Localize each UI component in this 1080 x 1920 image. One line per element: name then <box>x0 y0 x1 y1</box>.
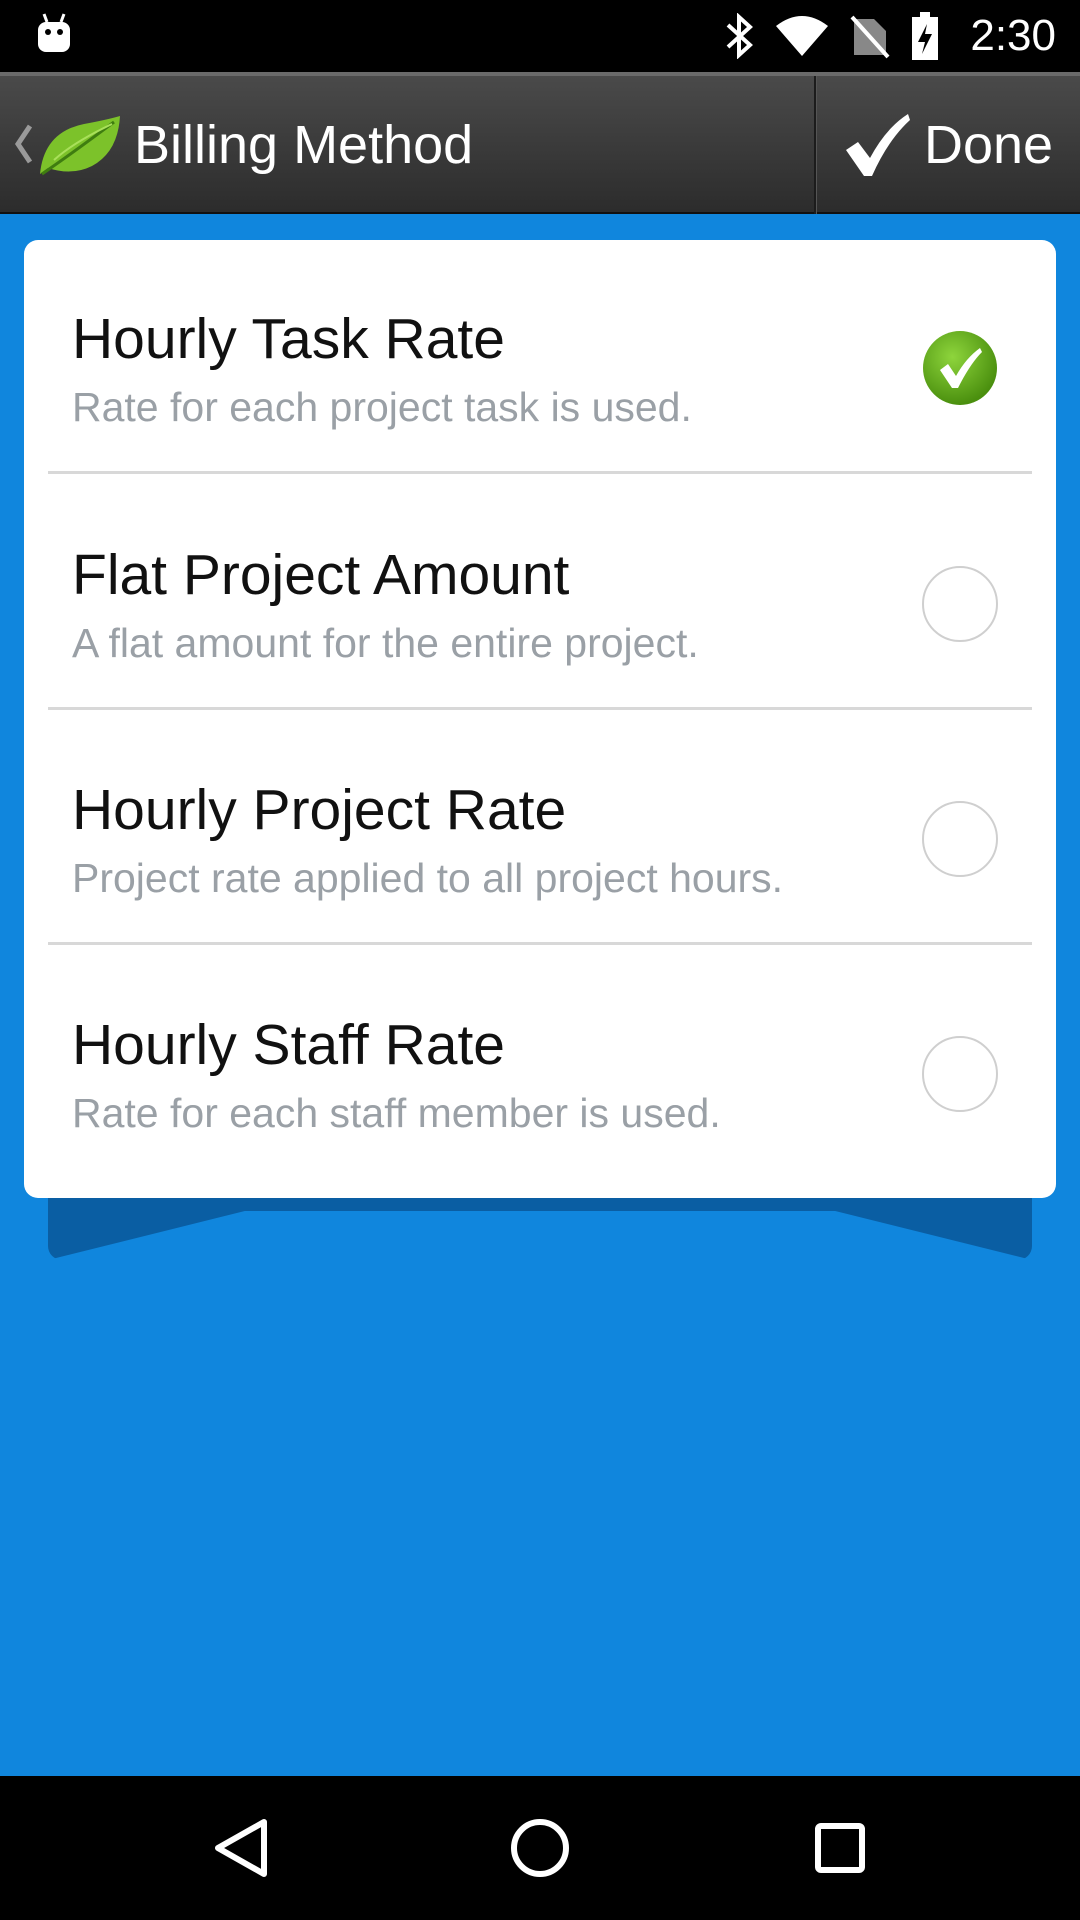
action-divider <box>814 76 816 214</box>
system-icons <box>724 12 940 60</box>
option-hourly-project-rate[interactable]: Hourly Project Rate Project rate applied… <box>24 711 1056 945</box>
up-navigation-button[interactable]: Billing Method <box>0 76 812 212</box>
divider <box>48 707 1032 710</box>
recents-icon[interactable] <box>804 1812 876 1884</box>
done-label: Done <box>924 115 1054 175</box>
option-title: Hourly Project Rate <box>72 778 567 842</box>
wifi-icon <box>776 16 828 56</box>
option-description: A flat amount for the entire project. <box>72 620 699 666</box>
option-description: Rate for each staff member is used. <box>72 1090 721 1136</box>
checkmark-icon <box>846 114 910 176</box>
option-hourly-staff-rate[interactable]: Hourly Staff Rate Rate for each staff me… <box>24 946 1056 1180</box>
option-title: Flat Project Amount <box>72 543 570 607</box>
bluetooth-icon <box>726 13 753 59</box>
billing-method-list: Hourly Task Rate Rate for each project t… <box>24 240 1056 1198</box>
page-title: Billing Method <box>134 115 474 175</box>
card-shadow <box>48 1190 1032 1260</box>
action-bar: Billing Method Done <box>0 72 1080 214</box>
divider <box>48 471 1032 474</box>
option-title: Hourly Staff Rate <box>72 1013 505 1077</box>
back-icon[interactable] <box>204 1812 276 1884</box>
radio-unselected[interactable] <box>922 566 998 642</box>
android-debug-icon <box>38 13 70 52</box>
divider <box>48 942 1032 945</box>
option-hourly-task-rate[interactable]: Hourly Task Rate Rate for each project t… <box>24 240 1056 474</box>
content-area: Hourly Task Rate Rate for each project t… <box>0 214 1080 1776</box>
option-description: Project rate applied to all project hour… <box>72 855 784 901</box>
option-title: Hourly Task Rate <box>72 307 505 371</box>
status-bar: 2:30 <box>0 0 1080 72</box>
navigation-bar <box>0 1776 1080 1920</box>
option-flat-project-amount[interactable]: Flat Project Amount A flat amount for th… <box>24 476 1056 710</box>
status-clock: 2:30 <box>970 11 1056 60</box>
radio-unselected[interactable] <box>922 1036 998 1112</box>
option-description: Rate for each project task is used. <box>72 384 692 430</box>
home-icon[interactable] <box>504 1812 576 1884</box>
leaf-logo-icon <box>40 116 120 176</box>
done-button[interactable]: Done <box>818 76 1080 212</box>
radio-unselected[interactable] <box>922 801 998 877</box>
selected-check-icon[interactable] <box>922 330 998 406</box>
no-sim-icon <box>850 15 890 59</box>
chevron-left-icon <box>14 124 33 164</box>
battery-charging-icon <box>912 12 938 60</box>
